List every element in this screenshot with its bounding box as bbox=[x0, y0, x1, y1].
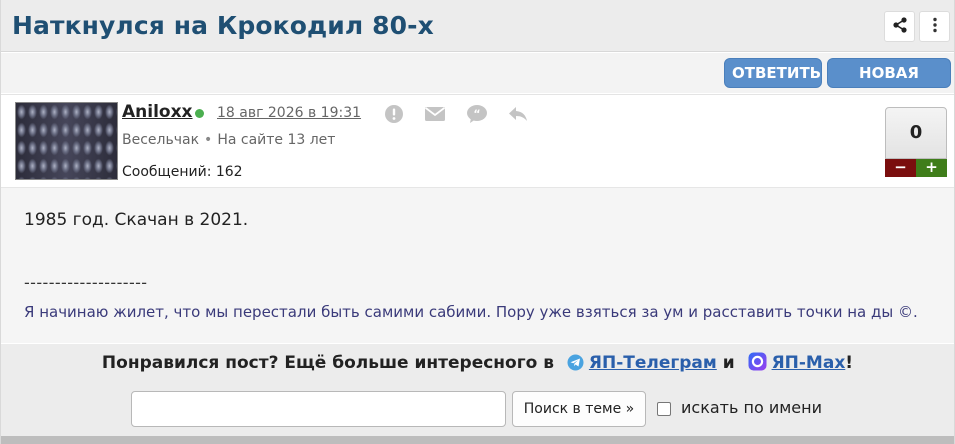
promo-text: Понравился пост? Ещё больше интересного … bbox=[101, 353, 554, 373]
signature: Я начинаю жилет, что мы перестали быть с… bbox=[24, 303, 918, 321]
rating-widget: 0 − + bbox=[885, 107, 947, 177]
telegram-icon bbox=[567, 354, 584, 376]
action-bar: ОТВЕТИТЬ НОВАЯ ТЕМА bbox=[1, 53, 954, 110]
quote-icon[interactable]: “ bbox=[466, 104, 488, 124]
avatar[interactable] bbox=[15, 102, 118, 180]
share-icon bbox=[892, 16, 908, 37]
topic-header: Наткнулся на Крокодил 80-х bbox=[1, 0, 954, 52]
page: Наткнулся на Крокодил 80-х ОТВЕТИТЬ НОВА… bbox=[0, 0, 955, 444]
rate-up-button[interactable]: + bbox=[916, 159, 947, 177]
search-by-name-checkbox[interactable] bbox=[657, 402, 671, 416]
rate-down-button[interactable]: − bbox=[885, 159, 916, 177]
reply-button[interactable]: ОТВЕТИТЬ bbox=[724, 58, 822, 88]
search-by-name-label[interactable]: искать по имени bbox=[681, 398, 822, 417]
report-icon[interactable] bbox=[383, 104, 405, 124]
online-status-icon bbox=[195, 109, 204, 118]
promo-bar: Понравился пост? Ещё больше интересного … bbox=[1, 344, 954, 444]
user-rank: Весельчак bbox=[122, 132, 200, 148]
bottom-divider bbox=[1, 436, 954, 444]
author-name[interactable]: Aniloxx bbox=[122, 102, 193, 122]
rating-value: 0 bbox=[885, 107, 947, 159]
topic-title: Наткнулся на Крокодил 80-х bbox=[12, 11, 434, 40]
more-vertical-icon bbox=[932, 17, 938, 37]
post-text: 1985 год. Скачан в 2021. bbox=[24, 210, 249, 230]
promo-line: Понравился пост? Ещё больше интересного … bbox=[1, 352, 954, 376]
user-rank-line: Весельчак • На сайте 13 лет bbox=[122, 132, 335, 148]
membership-duration: На сайте 13 лет bbox=[217, 132, 336, 148]
promo-tail: ! bbox=[845, 353, 854, 373]
signature-divider: -------------------- bbox=[24, 273, 148, 292]
share-button[interactable] bbox=[884, 11, 915, 42]
promo-and: и bbox=[722, 353, 735, 373]
separator-dot: • bbox=[204, 132, 213, 148]
search-input[interactable] bbox=[131, 391, 506, 427]
message-count: Сообщений: 162 bbox=[122, 164, 243, 180]
post-body: 1985 год. Скачан в 2021. ---------------… bbox=[1, 187, 954, 343]
post-header: Aniloxx 18 авг 2026 в 19:31 “ Весельчак … bbox=[1, 94, 954, 186]
telegram-link[interactable]: ЯП-Телеграм bbox=[589, 353, 717, 373]
more-options-button[interactable] bbox=[919, 11, 950, 42]
svg-text:“: “ bbox=[473, 108, 480, 121]
max-link[interactable]: ЯП-Max bbox=[772, 353, 846, 373]
max-icon bbox=[748, 352, 767, 376]
post-date[interactable]: 18 авг 2026 в 19:31 bbox=[217, 105, 361, 121]
reply-arrow-icon[interactable] bbox=[507, 104, 529, 124]
search-topic-button[interactable]: Поиск в теме » bbox=[512, 391, 646, 427]
new-topic-button[interactable]: НОВАЯ ТЕМА bbox=[827, 58, 951, 110]
mail-icon[interactable] bbox=[424, 104, 446, 124]
